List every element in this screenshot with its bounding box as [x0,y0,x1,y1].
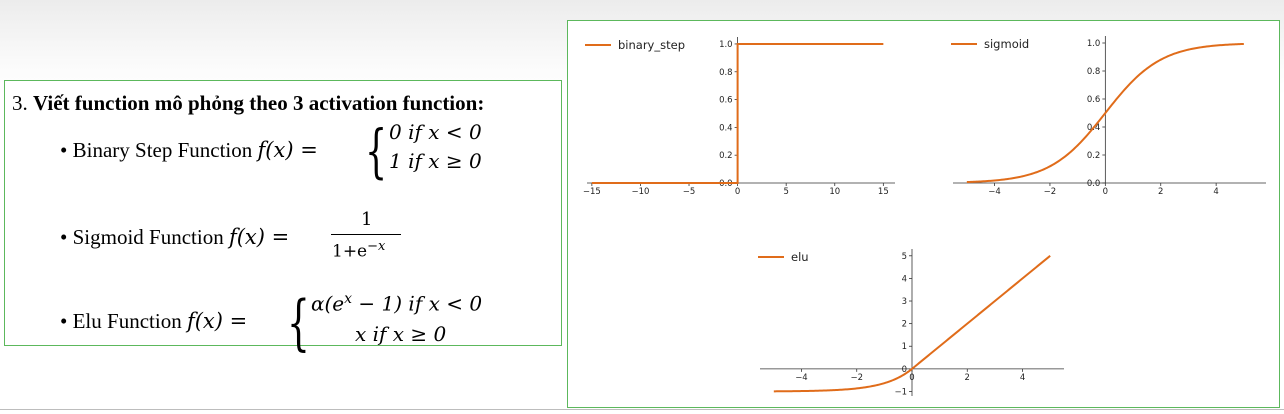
chart-elu-y-tick-label: 3 [902,297,907,307]
bullet-binary-step-lhs: f(x) = [257,138,318,162]
chart-elu-y-tick-label: 4 [902,274,907,284]
heading-text: Viết function mô phỏng theo 3 activation… [33,91,485,115]
sigmoid-denominator: 1+e−x [332,239,386,262]
bullet-sigmoid-lhs: f(x) = [228,225,290,249]
binary-step-brace: { [365,117,388,185]
chart-binary_step-x-tick-label: 5 [783,187,788,197]
chart-elu-legend-label: elu [791,250,809,264]
bullet-sigmoid-name: Sigmoid Function [72,225,224,249]
chart-sigmoid-y-tick-label: 1.0 [1087,39,1101,49]
chart-binary_step-y-tick-label: 0.2 [719,151,733,161]
chart-sigmoid-x-tick-label: 0 [1103,187,1108,197]
chart-binary_step-legend-label: binary_step [618,38,685,52]
chart-binary_step-y-tick-label: 1.0 [719,40,733,50]
chart-elu-y-tick-label: −1 [894,387,907,397]
chart-elu-y-tick-label: 1 [902,342,907,352]
elu-case-1: α(ex − 1) if x < 0 [311,291,483,316]
chart-elu-x-tick-label: −4 [795,373,808,383]
bullet-sigmoid: • Sigmoid Function f(x) = [60,225,289,250]
chart-elu-y-tick-label: 5 [902,252,907,262]
chart-binary_step-y-tick-label: 0.6 [719,96,733,106]
elu-brace: { [287,288,310,358]
chart-binary_step-series-line [591,42,884,184]
slide-heading: 3. Viết function mô phỏng theo 3 activat… [12,91,484,116]
bullet-elu: • Elu Function f(x) = [60,309,247,334]
chart-panel: −15 −10 −5 0 5 10 15 0.0 0.2 0.4 0.6 0.8 1.0 binary_s… [567,20,1280,408]
sigmoid-numerator: 1 [361,209,373,230]
chart-sigmoid-y-tick-label: 0.0 [1087,179,1101,189]
bullet-binary-step: • Binary Step Function f(x) = [60,138,318,163]
chart-binary_step-y-tick-label: 0.4 [719,123,733,133]
binary-step-case-2: 1 if x ≥ 0 [389,149,482,173]
chart-binary_step-x-tick-label: −10 [631,187,649,197]
chart-binary_step-x-tick-label: −5 [683,187,696,197]
bullet-dot: • [60,225,73,249]
chart-elu-x-tick-label: 2 [965,373,970,383]
chart-elu-x-tick-label: 4 [1020,373,1025,383]
sigmoid-fraction-bar [331,234,401,235]
chart-sigmoid-y-tick-label: 0.2 [1087,151,1101,161]
bullet-elu-name: Elu Function [72,309,182,333]
chart-binary_step-x-tick-label: 0 [735,187,740,197]
slide-bottom-rule [0,409,1284,410]
chart-sigmoid-legend-label: sigmoid [984,37,1029,51]
chart-sigmoid-x-tick-label: −2 [1044,187,1057,197]
chart-binary_step-x-tick-label: −15 [583,187,601,197]
elu-case-2: x if x ≥ 0 [355,322,447,346]
bullet-binary-step-name: Binary Step Function [72,138,253,162]
chart-binary_step-y-tick-label: 0.8 [719,68,733,78]
chart-sigmoid-x-tick-label: 2 [1158,187,1163,197]
chart-elu-x-tick-label: 0 [909,373,914,383]
bullet-dot: • [60,138,73,162]
heading-number: 3. [12,91,28,115]
formula-panel: 3. Viết function mô phỏng theo 3 activat… [4,80,562,358]
chart-sigmoid-x-tick-label: −4 [988,187,1001,197]
chart-binary_step-x-tick-label: 10 [829,187,840,197]
chart-sigmoid-y-tick-label: 0.6 [1087,95,1101,105]
chart-sigmoid-x-tick-label: 4 [1213,187,1218,197]
chart-elu-y-tick-label: 2 [902,320,907,330]
chart-sigmoid-y-tick-label: 0.8 [1087,67,1101,77]
bullet-elu-lhs: f(x) = [186,309,248,333]
bullet-dot: • [60,309,73,333]
activation-charts: −15 −10 −5 0 5 10 150.00.20.40.60.81.0binary_s… [583,36,1266,397]
chart-binary_step-x-tick-label: 15 [878,187,889,197]
binary-step-case-1: 0 if x < 0 [389,120,482,144]
chart-elu-x-tick-label: −2 [850,373,863,383]
